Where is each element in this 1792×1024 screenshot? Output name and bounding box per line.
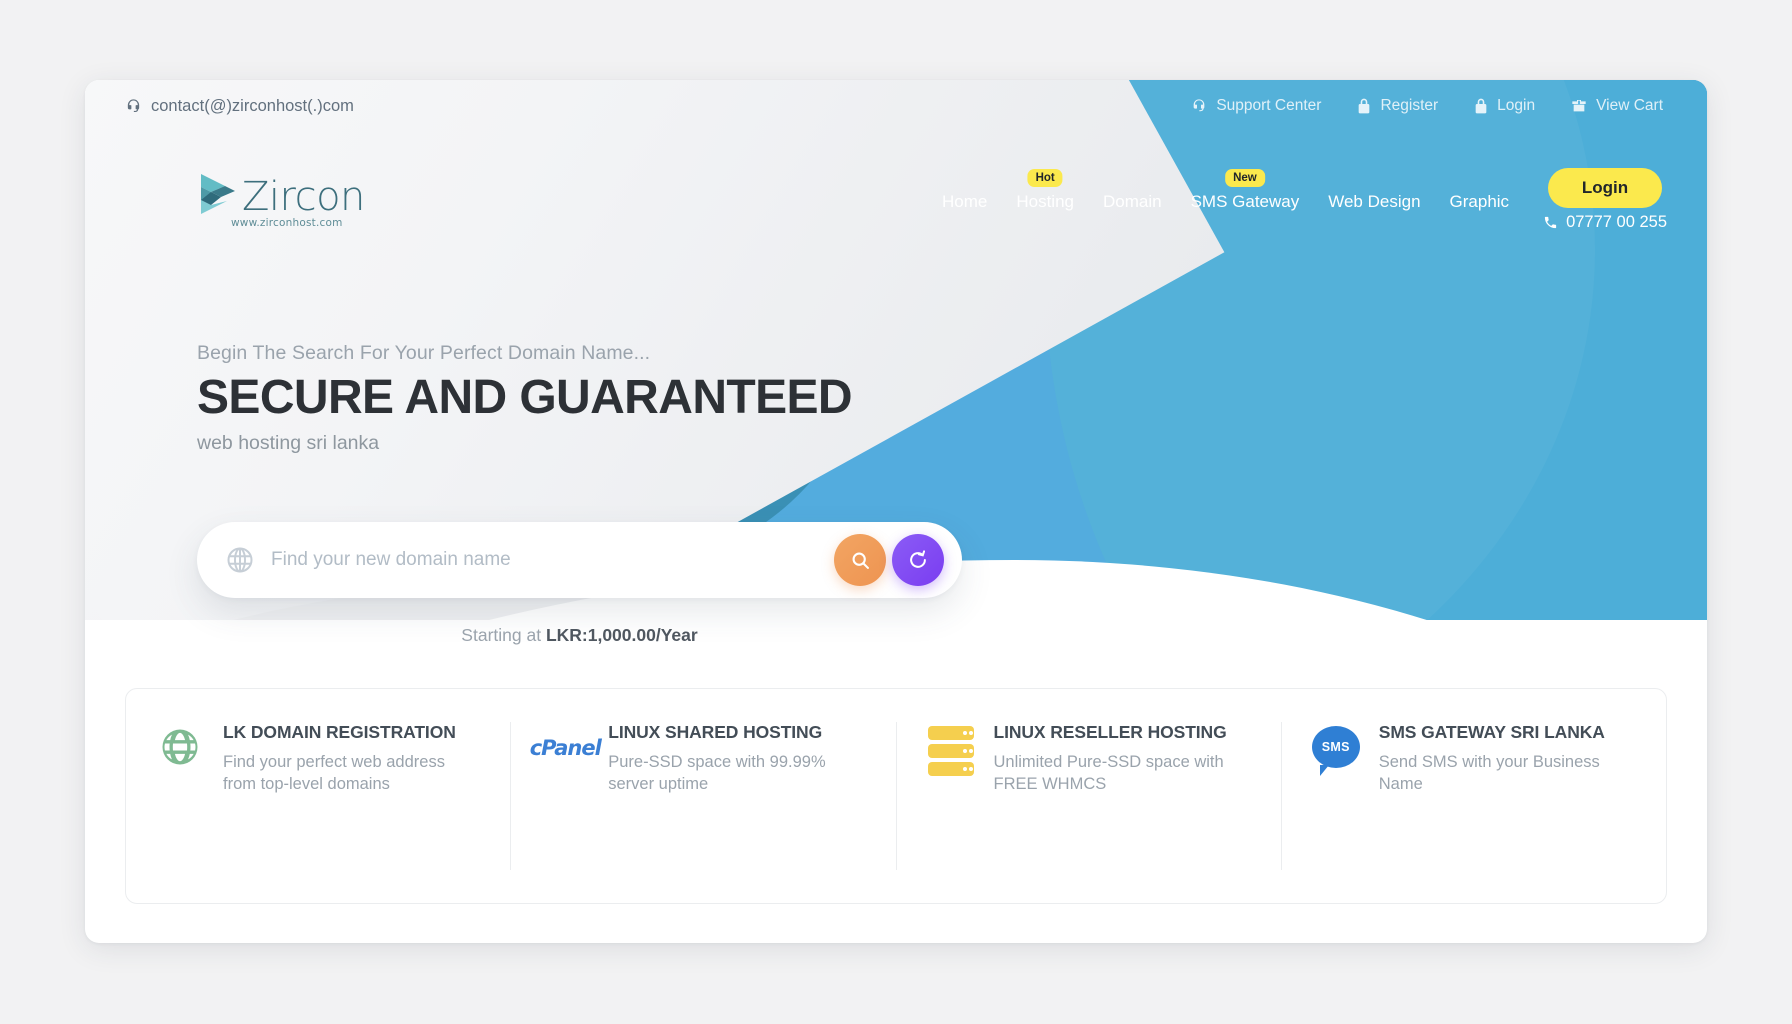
globe-icon [156, 726, 204, 768]
top-link-login[interactable]: Login [1474, 97, 1535, 115]
phone-number[interactable]: 07777 00 255 [1543, 213, 1667, 232]
nav-item-graphic[interactable]: Graphic [1450, 192, 1510, 212]
globe-icon [225, 545, 255, 575]
sms-bubble-icon: SMS [1311, 726, 1360, 776]
top-link-label: Support Center [1216, 97, 1322, 114]
price-value: LKR:1,000.00/Year [545, 625, 698, 645]
server-bar [927, 762, 974, 776]
lock-icon [1357, 98, 1371, 114]
price-prefix: Starting at [461, 625, 546, 645]
feature-card-desc: Find your perfect web address from top-l… [223, 752, 445, 794]
headset-icon [1191, 98, 1207, 114]
server-stack-icon [927, 726, 975, 776]
cpanel-logo-icon: cPanel [530, 726, 602, 760]
nav-badge-new: New [1225, 169, 1265, 188]
phone-icon [1543, 215, 1558, 230]
nav-item-label: SMS Gateway [1190, 192, 1300, 211]
feature-card-linux-reseller-hosting[interactable]: LINUX RESELLER HOSTING Unlimited Pure-SS… [895, 722, 1281, 870]
top-utility-bar: contact(@)zirconhost(.)com Support Cente… [85, 80, 1707, 132]
feature-card-title: LINUX RESELLER HOSTING [993, 722, 1227, 742]
refresh-transfer-icon [907, 549, 929, 571]
starting-price: Starting at LKR:1,000.00/Year [197, 625, 962, 646]
nav-item-label: Hosting [1016, 192, 1074, 211]
headset-icon [125, 98, 142, 115]
feature-card-desc: Send SMS with your Business Name [1378, 752, 1600, 794]
lock-icon [1474, 98, 1488, 114]
top-links: Support Center Register Login View Cart [1191, 97, 1663, 115]
contact-email[interactable]: contact(@)zirconhost(.)com [125, 97, 354, 116]
cart-icon [1571, 98, 1587, 114]
top-link-label: View Cart [1596, 97, 1663, 114]
feature-card-sms-gateway[interactable]: SMS SMS GATEWAY SRI LANKA Send SMS with … [1280, 722, 1666, 870]
top-link-label: Register [1380, 97, 1439, 114]
main-navigation-bar: Zircon www.zirconhost.com Home Hot Hosti… [85, 148, 1707, 252]
top-link-register[interactable]: Register [1357, 97, 1438, 115]
feature-card-lk-domain[interactable]: LK DOMAIN REGISTRATION Find your perfect… [126, 722, 510, 870]
nav-item-label: Domain [1102, 192, 1162, 211]
brand-logo[interactable]: Zircon www.zirconhost.com [197, 172, 365, 229]
feature-cards: LK DOMAIN REGISTRATION Find your perfect… [125, 688, 1667, 904]
cpanel-wordmark: cPanel [529, 736, 602, 760]
nav-badge-hot: Hot [1027, 169, 1063, 188]
feature-card-title: SMS GATEWAY SRI LANKA [1378, 722, 1605, 742]
top-link-view-cart[interactable]: View Cart [1571, 97, 1663, 115]
hero-subline: web hosting sri lanka [197, 431, 380, 454]
nav-item-hosting[interactable]: Hot Hosting [1016, 169, 1074, 212]
phone-text: 07777 00 255 [1566, 213, 1667, 231]
hero-headline: SECURE AND GUARANTEED [197, 371, 853, 424]
feature-card-linux-shared-hosting[interactable]: cPanel LINUX SHARED HOSTING Pure-SSD spa… [510, 722, 895, 870]
magnifier-icon [850, 550, 871, 571]
brand-url: www.zirconhost.com [231, 216, 343, 229]
search-button[interactable] [834, 534, 886, 586]
sms-bubble-label: SMS [1311, 726, 1360, 776]
nav-item-label: Home [941, 192, 988, 211]
server-bar [927, 744, 974, 758]
login-button[interactable]: Login [1547, 168, 1663, 208]
feature-card-title: LK DOMAIN REGISTRATION [223, 722, 456, 742]
transfer-domain-button[interactable] [892, 534, 944, 586]
top-link-label: Login [1497, 97, 1536, 114]
nav-item-home[interactable]: Home [942, 192, 987, 212]
nav-items: Home Hot Hosting Domain New SMS Gateway … [942, 169, 1510, 212]
feature-card-desc: Pure-SSD space with 99.99% server uptime [608, 752, 826, 794]
website-page: contact(@)zirconhost(.)com Support Cente… [85, 80, 1707, 943]
nav-item-domain[interactable]: Domain [1103, 192, 1162, 212]
top-link-support-center[interactable]: Support Center [1191, 97, 1321, 115]
nav-item-label: Graphic [1449, 192, 1510, 211]
brand-name: Zircon [242, 173, 365, 220]
hero-eyebrow: Begin The Search For Your Perfect Domain… [197, 342, 651, 364]
nav-item-sms-gateway[interactable]: New SMS Gateway [1190, 169, 1300, 212]
zigzag-logo-icon [197, 172, 239, 216]
nav-right-group: Login 07777 00 255 [1543, 168, 1667, 232]
hero-copy: Begin The Search For Your Perfect Domain… [197, 342, 853, 455]
nav-item-web-design[interactable]: Web Design [1328, 192, 1420, 212]
contact-email-text: contact(@)zirconhost(.)com [151, 96, 354, 115]
feature-card-title: LINUX SHARED HOSTING [608, 722, 823, 742]
nav-item-label: Web Design [1328, 192, 1421, 211]
search-input[interactable] [271, 549, 834, 571]
feature-card-desc: Unlimited Pure-SSD space with FREE WHMCS [993, 752, 1224, 794]
domain-search-box [197, 522, 962, 598]
server-bar [927, 726, 974, 740]
